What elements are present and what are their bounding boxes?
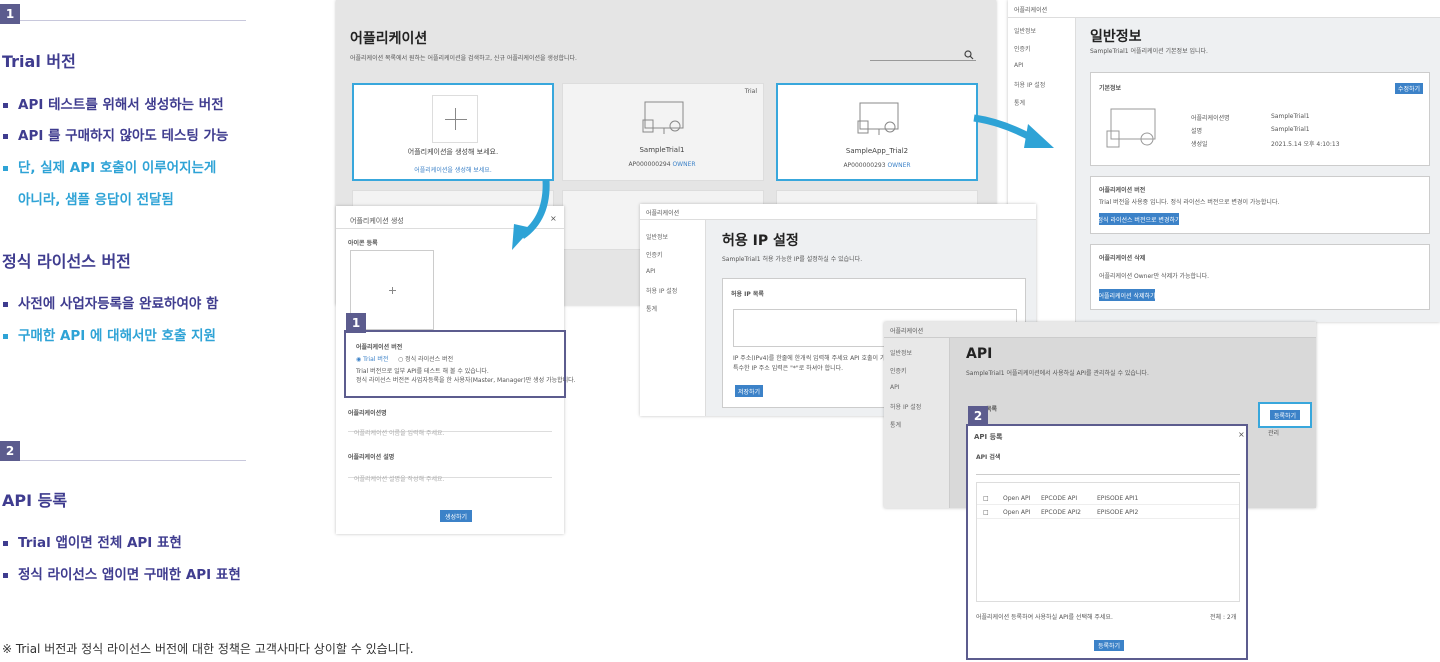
modal-title: 어플리케이션 생성 [350, 217, 404, 225]
register-highlight: 등록하기 [1258, 402, 1312, 428]
nav-item[interactable]: 통계 [646, 304, 657, 313]
info-value: SampleTrial1 [1271, 113, 1310, 120]
nav-item[interactable]: 허용 IP 설정 [1014, 80, 1045, 89]
breadcrumb: 어플리케이션 [1008, 0, 1440, 18]
policy-footnote: ※ Trial 버전과 정식 라이선스 버전에 대한 정책은 고객사마다 상이할… [2, 642, 414, 656]
app-illustration-icon [857, 102, 899, 135]
search-input[interactable] [870, 60, 976, 61]
trial-tag: Trial [744, 88, 757, 95]
edit-button[interactable]: 수정하기 [1395, 83, 1423, 94]
app-id: AP000000294 OWNER [628, 161, 696, 168]
api-section-title: API 등록 [2, 491, 68, 510]
license-radio[interactable]: ○ 정식 라이선스 버전 [398, 354, 453, 363]
license-section-title: 정식 라이선스 버전 [2, 252, 131, 271]
step-badge-1: 1 [0, 4, 20, 24]
page-description: 어플리케이션 목록에서 원하는 어플리케이션을 검색하고, 신규 어플리케이션을… [350, 55, 577, 62]
register-submit-button[interactable]: 등록하기 [1094, 640, 1124, 651]
trial-radio[interactable]: ◉ Trial 버전 [356, 354, 388, 363]
nav-item[interactable]: API [1014, 62, 1024, 69]
nav-item[interactable]: 일반정보 [1014, 26, 1036, 35]
register-button[interactable]: 등록하기 [1270, 410, 1300, 420]
trial-bullet: API 를 구매하지 않아도 테스팅 가능 [3, 124, 228, 144]
api-search-input[interactable] [976, 464, 1240, 475]
info-value: 2021.5.14 오후 4:10:13 [1271, 141, 1340, 148]
api-table: □ Open API EPCODE API EPISODE API1 □ Ope… [976, 482, 1240, 602]
general-info-screen: 어플리케이션 일반정보 인증키 API 허용 IP 설정 통계 일반정보 Sam… [1008, 0, 1440, 322]
side-nav: 일반정보 인증키 API 허용 IP 설정 통계 [884, 338, 950, 508]
basic-info-card: 기본정보 수정하기 어플리케이션명 SampleTrial1 설명 Sample… [1090, 72, 1430, 166]
create-button[interactable]: 생성하기 [440, 510, 472, 522]
nav-item[interactable]: API [890, 384, 900, 391]
step-badge-2: 2 [0, 441, 20, 461]
step-badge-2: 2 [968, 406, 988, 426]
page-title: 일반정보 [1090, 29, 1142, 45]
page-title: 허용 IP 설정 [722, 233, 799, 249]
trial-section-title: Trial 버전 [2, 52, 76, 71]
modal-title: API 등록 [974, 433, 1003, 441]
breadcrumb: 어플리케이션 [640, 204, 1036, 220]
section-divider [20, 460, 246, 461]
search-icon[interactable] [964, 50, 974, 60]
page-description: SampleTrial1 허용 가능한 IP를 설정하실 수 있습니다. [722, 256, 863, 263]
license-bullet: 사전에 사업자등록을 완료하여야 함 [3, 292, 218, 312]
nav-item[interactable]: API [646, 268, 656, 275]
app-name: SampleTrial1 [639, 146, 685, 154]
create-app-link[interactable]: 어플리케이션을 생성해 보세요. [354, 165, 552, 174]
app-illustration-icon [642, 101, 684, 134]
app-card[interactable]: Trial SampleTrial1 AP000000294 OWNER [562, 83, 764, 181]
app-name: SampleApp_Trial2 [845, 147, 909, 155]
app-id: AP000000293 OWNER [843, 162, 911, 169]
api-bullet: Trial 앱이면 전체 API 표현 [3, 531, 182, 551]
step-badge-1: 1 [346, 313, 366, 333]
page-description: SampleTrial1 어플리케이션 기본정보 입니다. [1090, 48, 1208, 55]
section-divider [20, 20, 246, 21]
version-highlight-box: 어플리케이션 버전 ◉ Trial 버전 ○ 정식 라이선스 버전 Trial … [344, 330, 576, 398]
nav-item[interactable]: 인증키 [890, 366, 907, 375]
side-nav: 일반정보 인증키 API 허용 IP 설정 통계 [640, 220, 706, 416]
nav-item[interactable]: 통계 [890, 420, 901, 429]
add-icon [432, 95, 478, 143]
app-name-field[interactable]: 어플리케이션 이름을 입력해 주세요. [348, 420, 552, 437]
nav-item[interactable]: 통계 [1014, 98, 1025, 107]
trial-bullet-continued: 아니라, 샘플 응답이 전달됨 [18, 192, 174, 208]
change-version-button[interactable]: 정식 라이선스 버전으로 변경하기 [1098, 213, 1181, 225]
info-key: 어플리케이션명 [1191, 115, 1230, 122]
info-key: 생성일 [1191, 141, 1208, 148]
trial-bullet: API 테스트를 위해서 생성하는 버전 [3, 93, 224, 113]
page-title: API [966, 346, 993, 362]
app-card[interactable]: SampleApp_Trial2 AP000000293 OWNER [776, 83, 978, 181]
table-row[interactable]: □ Open API EPCODE API2 EPISODE API2 [977, 505, 1239, 519]
create-app-text: 어플리케이션을 생성해 보세요. [407, 148, 499, 156]
api-register-modal: API 등록 × API 검색 □ Open API EPCODE API EP… [966, 424, 1248, 660]
page-description: SampleTrial1 어플리케이션에서 사용하실 API를 관리하실 수 있… [966, 370, 1149, 377]
close-icon[interactable]: × [1238, 430, 1245, 439]
nav-item[interactable]: 인증키 [646, 250, 663, 259]
create-app-card[interactable]: 어플리케이션을 생성해 보세요. 어플리케이션을 생성해 보세요. [352, 83, 554, 181]
api-bullet: 정식 라이선스 앱이면 구매한 API 표현 [3, 563, 241, 583]
license-bullet: 구매한 API 에 대해서만 호출 지원 [3, 324, 216, 344]
delete-app-button[interactable]: 어플리케이션 삭제하기 [1098, 289, 1156, 301]
flow-arrow [512, 179, 550, 250]
app-illustration-icon [1106, 108, 1156, 148]
nav-item[interactable]: 허용 IP 설정 [646, 286, 677, 295]
delete-card: 어플리케이션 삭제 어플리케이션 Owner만 삭제가 가능합니다. 어플리케이… [1090, 244, 1430, 310]
app-desc-field[interactable]: 어플리케이션 설명을 작성해 주세요. [348, 466, 552, 483]
info-key: 설명 [1191, 128, 1203, 135]
breadcrumb: 어플리케이션 [884, 322, 1316, 338]
table-row[interactable]: □ Open API EPCODE API EPISODE API1 [977, 491, 1239, 505]
info-value: SampleTrial1 [1271, 126, 1310, 133]
nav-item[interactable]: 인증키 [1014, 44, 1031, 53]
version-card: 어플리케이션 버전 Trial 버전을 사용중 입니다. 정식 라이선스 버전으… [1090, 176, 1430, 234]
page-title: 어플리케이션 [350, 31, 428, 47]
nav-item[interactable]: 일반정보 [646, 232, 668, 241]
flow-arrow [973, 114, 1054, 148]
nav-item[interactable]: 허용 IP 설정 [890, 402, 921, 411]
trial-bullet: 단, 실제 API 호출이 이루어지는게 [3, 156, 216, 176]
save-button[interactable]: 저장하기 [735, 385, 763, 397]
nav-item[interactable]: 일반정보 [890, 348, 912, 357]
